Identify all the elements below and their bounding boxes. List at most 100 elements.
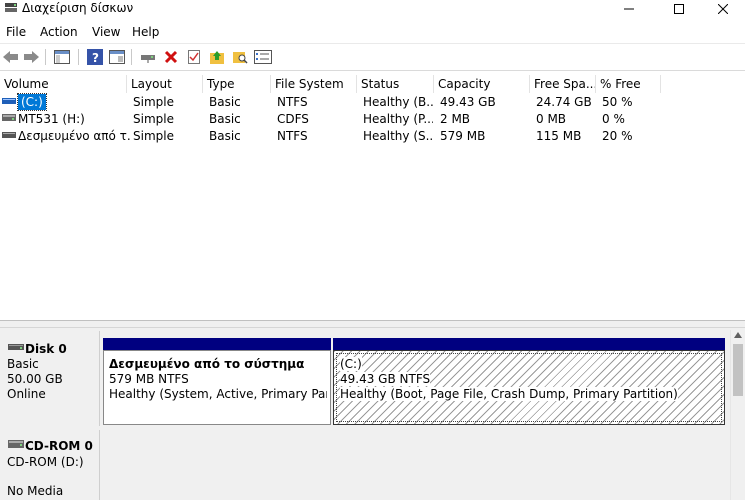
volume-file-system: NTFS bbox=[277, 95, 308, 109]
disk-0-size: 50.00 GB bbox=[7, 372, 63, 386]
disk-pane-scrollbar[interactable] bbox=[730, 330, 745, 500]
menu-bar: File Action View Help bbox=[0, 22, 745, 42]
scroll-up-icon[interactable] bbox=[734, 332, 742, 338]
column-header-volume[interactable]: Volume bbox=[0, 75, 127, 93]
close-button[interactable] bbox=[700, 0, 745, 18]
volume-type: Basic bbox=[209, 112, 241, 126]
properties-button[interactable] bbox=[108, 48, 126, 66]
volume-icon bbox=[2, 132, 16, 138]
partition-size: 579 MB NTFS bbox=[109, 372, 189, 386]
help-icon: ? bbox=[87, 49, 103, 65]
help-button[interactable]: ? bbox=[86, 48, 104, 66]
svg-text:?: ? bbox=[92, 51, 99, 65]
hard-disk-icon bbox=[8, 344, 24, 350]
disk-0-type: Basic bbox=[7, 357, 39, 371]
delete-icon bbox=[164, 50, 178, 64]
volume-name: MT531 (H:) bbox=[18, 112, 85, 126]
volume-list[interactable]: Volume Layout Type File System Status Ca… bbox=[0, 75, 745, 320]
volume-icon bbox=[2, 98, 16, 104]
search-folder-button[interactable] bbox=[231, 48, 249, 66]
volume-type: Basic bbox=[209, 95, 241, 109]
minimize-button[interactable] bbox=[606, 0, 652, 18]
volume-layout: Simple bbox=[133, 112, 174, 126]
volume-name: (C:) bbox=[17, 93, 47, 111]
volume-name: Δεσμευμένο από τ... bbox=[18, 129, 130, 143]
disk-0-name: Disk 0 bbox=[25, 342, 67, 356]
menu-file[interactable]: File bbox=[6, 25, 26, 39]
volume-status: Healthy (S... bbox=[363, 129, 433, 143]
partition-header-bar bbox=[333, 338, 725, 350]
maximize-icon bbox=[674, 4, 684, 14]
check-button[interactable] bbox=[185, 48, 203, 66]
volume-layout: Simple bbox=[133, 95, 174, 109]
partition-status: Healthy (System, Active, Primary Partiti… bbox=[109, 387, 327, 401]
disk-graphical-view: Disk 0 Basic 50.00 GB Online Δεσμευμένο … bbox=[0, 328, 745, 500]
partition-size: 49.43 GB NTFS bbox=[340, 372, 431, 386]
volume-file-system: NTFS bbox=[277, 129, 308, 143]
volume-status: Healthy (P... bbox=[363, 112, 433, 126]
partition-name: (C:) bbox=[340, 357, 362, 371]
back-arrow-icon bbox=[3, 51, 18, 63]
forward-arrow-icon bbox=[24, 51, 39, 63]
console-tree-icon bbox=[54, 50, 70, 64]
disk-management-app-icon bbox=[5, 3, 17, 12]
forward-button[interactable] bbox=[22, 48, 40, 66]
partition-system-reserved[interactable]: Δεσμευμένο από το σύστημα 579 MB NTFS He… bbox=[103, 350, 331, 425]
console-tree-button[interactable] bbox=[53, 48, 71, 66]
settings-list-button[interactable] bbox=[254, 48, 272, 66]
column-header-layout[interactable]: Layout bbox=[127, 75, 203, 93]
menu-help[interactable]: Help bbox=[132, 25, 159, 39]
volume-free-space: 0 MB bbox=[536, 112, 567, 126]
check-icon bbox=[188, 50, 200, 64]
volume-free-space: 24.74 GB bbox=[536, 95, 592, 109]
connect-drive-icon bbox=[141, 55, 155, 63]
partition-header-bar bbox=[103, 338, 331, 350]
column-header-file-system[interactable]: File System bbox=[271, 75, 357, 93]
folder-up-button[interactable] bbox=[208, 48, 226, 66]
column-header-capacity[interactable]: Capacity bbox=[434, 75, 530, 93]
search-folder-icon bbox=[233, 52, 248, 64]
disk-0-status: Online bbox=[7, 387, 46, 401]
minimize-icon bbox=[624, 8, 634, 10]
properties-icon bbox=[109, 50, 125, 64]
toolbar-separator bbox=[131, 49, 132, 65]
volume-layout: Simple bbox=[133, 129, 174, 143]
title-bar: Διαχείριση δίσκων bbox=[0, 0, 745, 20]
volume-file-system: CDFS bbox=[277, 112, 309, 126]
cdrom-0-type: CD-ROM (D:) bbox=[7, 455, 84, 469]
column-header-type[interactable]: Type bbox=[203, 75, 271, 93]
menu-view[interactable]: View bbox=[92, 25, 120, 39]
volume-capacity: 49.43 GB bbox=[440, 95, 496, 109]
cdrom-0-label[interactable]: CD-ROM 0 CD-ROM (D:) No Media bbox=[0, 430, 100, 500]
folder-up-icon bbox=[210, 51, 224, 64]
cdrom-0-name: CD-ROM 0 bbox=[25, 439, 93, 453]
settings-list-icon bbox=[254, 50, 272, 64]
toolbar-separator bbox=[45, 49, 46, 65]
partition-name: Δεσμευμένο από το σύστημα bbox=[109, 357, 305, 371]
volume-capacity: 2 MB bbox=[440, 112, 471, 126]
volume-status: Healthy (B... bbox=[363, 95, 433, 109]
cd-drive-icon bbox=[8, 440, 24, 448]
column-header-status[interactable]: Status bbox=[357, 75, 434, 93]
partition-c-drive[interactable]: (C:) 49.43 GB NTFS Healthy (Boot, Page F… bbox=[333, 350, 725, 425]
back-button[interactable] bbox=[2, 48, 20, 66]
cdrom-0-status: No Media bbox=[7, 484, 64, 498]
disk-0-label[interactable]: Disk 0 Basic 50.00 GB Online bbox=[0, 331, 100, 426]
toolbar: ? bbox=[0, 43, 745, 71]
volume-percent-free: 20 % bbox=[602, 129, 633, 143]
volume-percent-free: 0 % bbox=[602, 112, 625, 126]
connect-drive-button[interactable] bbox=[139, 48, 157, 66]
column-header-percent-free[interactable]: % Free bbox=[596, 75, 661, 93]
delete-button[interactable] bbox=[162, 48, 180, 66]
close-icon bbox=[718, 4, 728, 14]
scrollbar-thumb[interactable] bbox=[733, 344, 743, 396]
column-header-free-space[interactable]: Free Spa... bbox=[530, 75, 596, 93]
volume-percent-free: 50 % bbox=[602, 95, 633, 109]
pane-splitter[interactable] bbox=[0, 320, 745, 328]
menu-action[interactable]: Action bbox=[40, 25, 78, 39]
volume-free-space: 115 MB bbox=[536, 129, 582, 143]
cd-drive-icon bbox=[2, 114, 16, 121]
volume-type: Basic bbox=[209, 129, 241, 143]
partition-status: Healthy (Boot, Page File, Crash Dump, Pr… bbox=[340, 387, 678, 401]
maximize-button[interactable] bbox=[656, 0, 702, 18]
